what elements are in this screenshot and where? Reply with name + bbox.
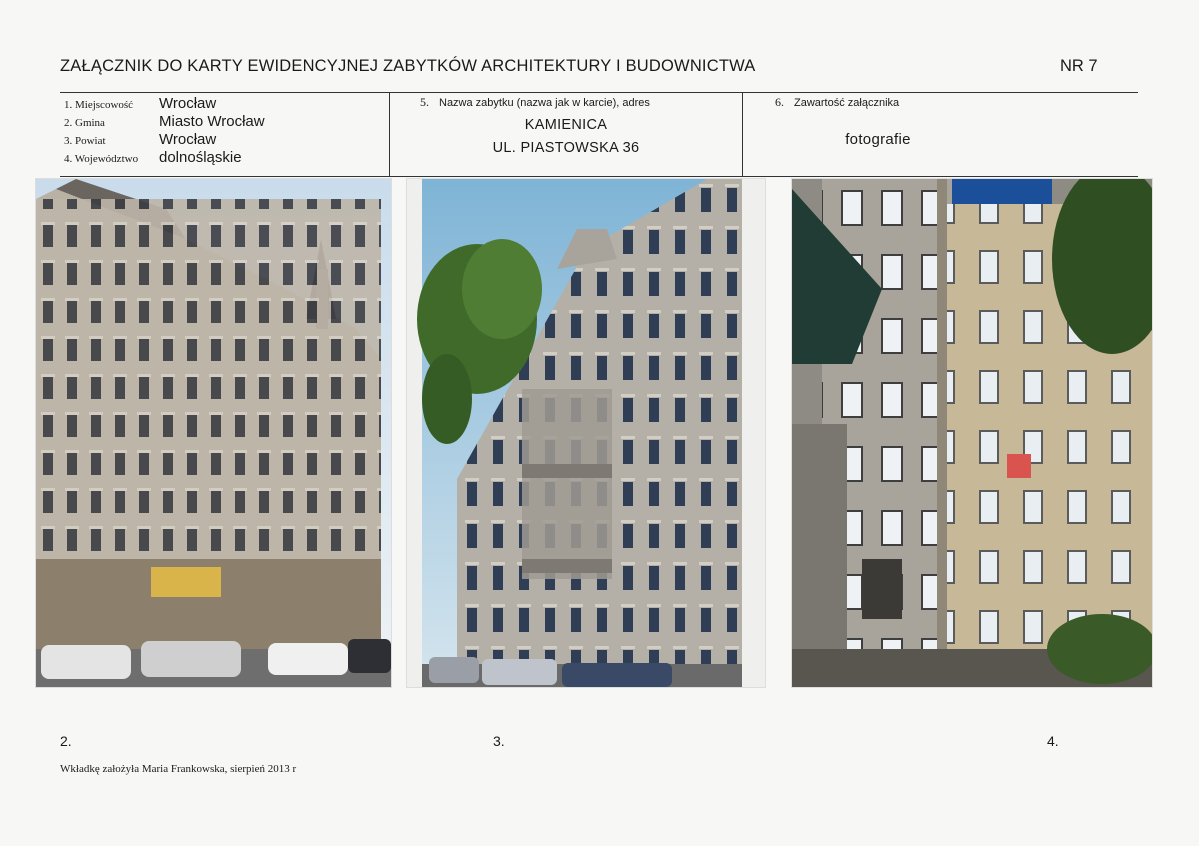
field-label: 1. Miejscowość: [64, 99, 134, 111]
photo-caption-2: 3.: [493, 733, 505, 749]
photo-caption-1: 2.: [60, 733, 72, 749]
photo-street-facade: [35, 178, 392, 688]
field-value: dolnośląskie: [159, 149, 242, 166]
field-label: 2. Gmina: [64, 117, 105, 129]
contents-value: fotografie: [845, 131, 911, 148]
monument-heading-label: Nazwa zabytku (nazwa jak w karcie), adre…: [439, 97, 650, 109]
field-value: Wrocław: [159, 95, 217, 112]
document-title: ZAŁĄCZNIK DO KARTY EWIDENCYJNEJ ZABYTKÓW…: [60, 57, 756, 75]
field-powiat: 3. Powiat Wrocław: [64, 131, 216, 151]
contents-heading-label: Zawartość załącznika: [794, 97, 900, 109]
contents-heading: 6. Zawartość załącznika: [775, 95, 899, 110]
field-label: 3. Powiat: [64, 135, 106, 147]
header-rule-bottom: [60, 176, 1138, 177]
document-number: NR 7: [1060, 57, 1098, 75]
photo-balcony-facade: [406, 178, 766, 688]
author-note: Wkładkę założyła Maria Frankowska, sierp…: [60, 763, 297, 775]
field-value: Miasto Wrocław: [159, 113, 265, 130]
field-value: Wrocław: [159, 131, 217, 148]
monument-name: KAMIENICA: [524, 117, 608, 133]
field-wojewodztwo: 4. Województwo dolnośląskie: [64, 149, 242, 169]
monument-address: UL. PIASTOWSKA 36: [492, 140, 640, 156]
photo-caption-3: 4.: [1047, 733, 1059, 749]
field-label: 4. Województwo: [64, 153, 139, 165]
column-divider-1: [389, 93, 390, 176]
document-sheet: ZAŁĄCZNIK DO KARTY EWIDENCYJNEJ ZABYTKÓW…: [0, 0, 1199, 846]
monument-heading: 5. Nazwa zabytku (nazwa jak w karcie), ad…: [420, 95, 650, 110]
monument-heading-number: 5.: [420, 95, 429, 109]
field-miejscowosc: 1. Miejscowość Wrocław: [64, 95, 216, 115]
header-rule-top: [60, 92, 1138, 93]
contents-heading-number: 6.: [775, 95, 784, 109]
photo-courtyard: [791, 178, 1153, 688]
field-gmina: 2. Gmina Miasto Wrocław: [64, 113, 265, 133]
